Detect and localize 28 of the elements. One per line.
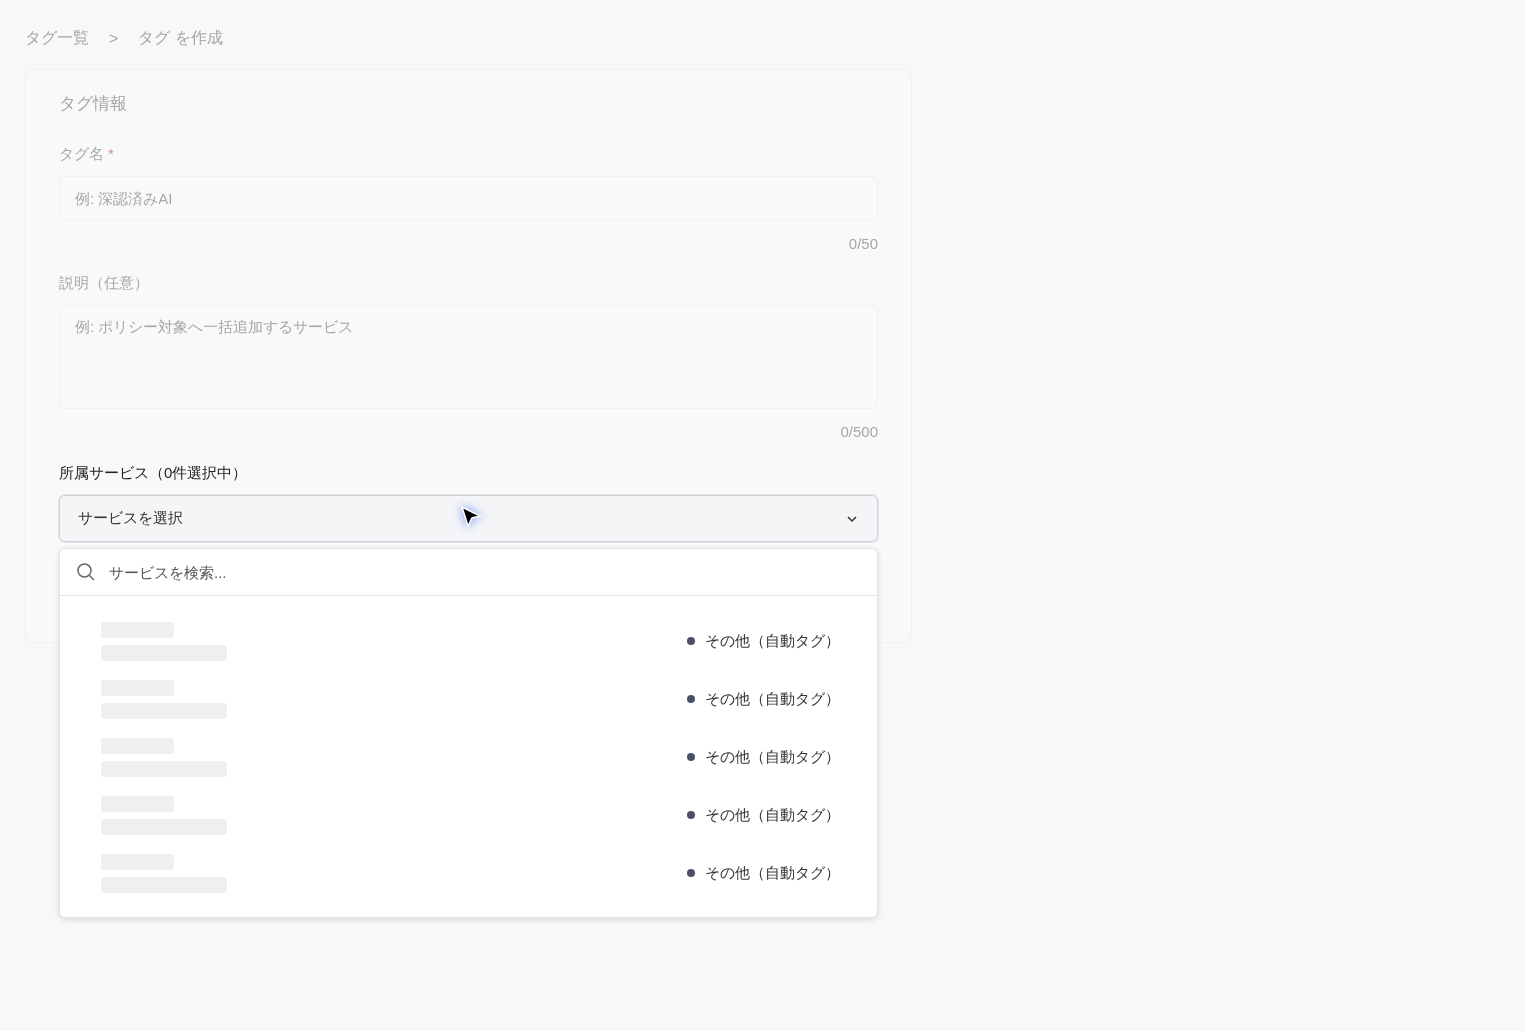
search-field[interactable]: サービスを検索... <box>107 562 861 582</box>
search-icon <box>76 562 96 582</box>
status-dot <box>687 811 695 819</box>
status-dot <box>687 753 695 761</box>
status-dot <box>687 637 695 645</box>
char-counter: 0/50 <box>847 235 878 252</box>
tag-label: その他（自動タグ） <box>705 689 840 709</box>
field-label: タグ名 <box>59 145 104 164</box>
tag-label: その他（自動タグ） <box>705 863 840 883</box>
char-counter: 0/500 <box>839 423 878 440</box>
status-dot <box>687 869 695 877</box>
option-row[interactable]: その他（自動タグ） <box>60 670 877 728</box>
textarea-field[interactable]: 例: ポリシー対象へ一括追加するサービス <box>59 305 878 409</box>
field-label: 所属サービス（0件選択中） <box>59 464 249 483</box>
status-dot <box>687 695 695 703</box>
required-mark: * <box>108 145 114 164</box>
option-row[interactable]: その他（自動タグ） <box>60 786 877 844</box>
tag-label: その他（自動タグ） <box>705 747 840 767</box>
option-row[interactable]: その他（自動タグ） <box>60 844 877 902</box>
select-dropdown[interactable]: サービスを選択 <box>59 495 878 542</box>
breadcrumb-separator: > <box>109 29 119 48</box>
text-field[interactable]: 例: 深認済みAI <box>59 176 878 221</box>
field-label: 説明（任意） <box>59 274 150 293</box>
tag-label: その他（自動タグ） <box>705 631 840 651</box>
option-row[interactable]: その他（自動タグ） <box>60 728 877 786</box>
tag-label: その他（自動タグ） <box>705 805 840 825</box>
option-row[interactable]: その他（自動タグ） <box>60 612 877 670</box>
card-title: タグ情報 <box>59 93 128 115</box>
